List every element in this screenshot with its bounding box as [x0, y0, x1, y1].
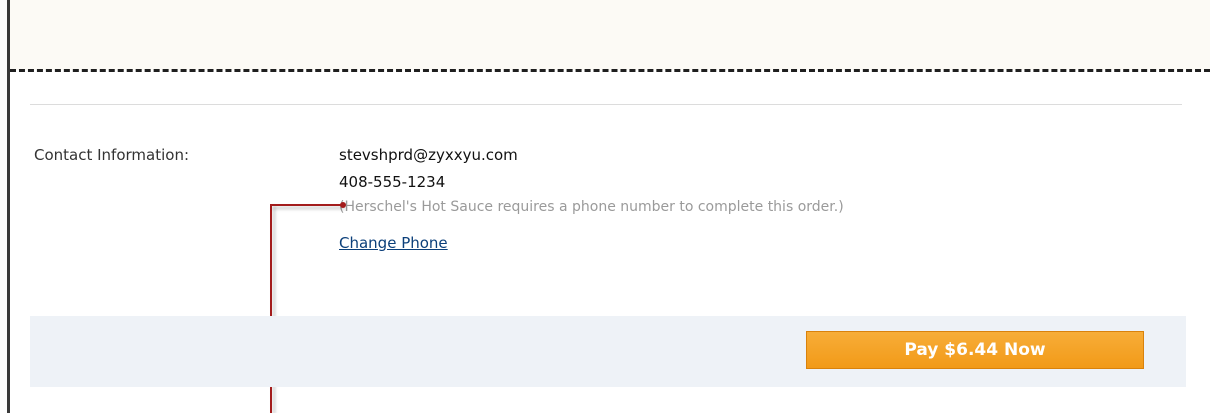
contact-email: stevshprd@zyxxyu.com — [339, 146, 518, 164]
header-band — [10, 0, 1210, 70]
section-divider — [30, 104, 1182, 105]
dashed-separator — [10, 69, 1210, 72]
contact-info-label: Contact Information: — [34, 146, 190, 164]
callout-arrow-horizontal — [271, 204, 343, 206]
callout-arrow-tip — [340, 202, 346, 208]
pay-now-button[interactable]: Pay $6.44 Now — [806, 331, 1144, 369]
contact-phone: 408-555-1234 — [339, 173, 446, 191]
change-phone-link[interactable]: Change Phone — [339, 234, 448, 252]
phone-required-note: (Herschel's Hot Sauce requires a phone n… — [339, 199, 844, 215]
checkout-page: Contact Information: stevshprd@zyxxyu.co… — [0, 0, 1210, 413]
